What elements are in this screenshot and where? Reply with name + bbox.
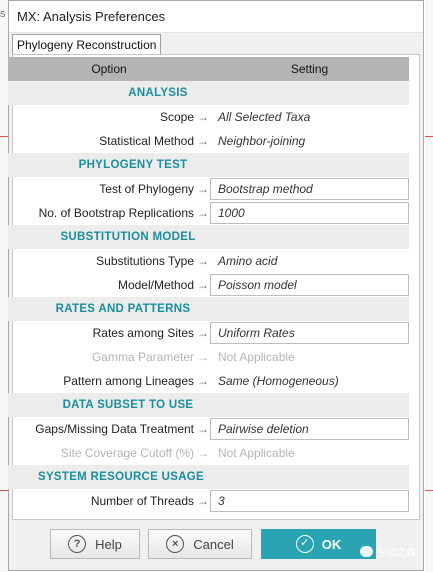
option-label: Pattern among Lineages [63, 374, 194, 388]
section-substitution-model: SUBSTITUTION MODEL [8, 225, 409, 249]
section-label: SUBSTITUTION MODEL [60, 231, 196, 243]
arrow-icon: → [197, 494, 209, 508]
gaps-missing-select[interactable]: Pairwise deletion [210, 418, 409, 440]
arrow-icon: → [197, 446, 209, 460]
section-label: RATES AND PATTERNS [55, 303, 191, 315]
section-system-resource: SYSTEM RESOURCE USAGE [8, 465, 409, 489]
test-of-phylogeny-select[interactable]: Bootstrap method [210, 178, 409, 200]
arrow-icon: → [197, 326, 209, 340]
setting-column-header: Setting [290, 62, 329, 76]
option-label: Model/Method [117, 278, 194, 292]
window-title: MX: Analysis Preferences [17, 9, 166, 24]
section-phylogeny-test: PHYLOGENY TEST [8, 153, 409, 177]
row-statistical-method: Statistical Method → Neighbor-joining [8, 129, 409, 153]
row-rates-among-sites: Rates among Sites → Uniform Rates [8, 321, 409, 345]
option-label: Site Coverage Cutoff (%) [60, 446, 194, 460]
title-bar[interactable]: MX: Analysis Preferences [9, 1, 423, 33]
check-icon: ✓ [295, 535, 314, 553]
section-data-subset: DATA SUBSET TO USE [8, 393, 409, 417]
section-label: DATA SUBSET TO USE [62, 399, 194, 411]
cancel-icon: × [166, 535, 185, 553]
tab-phylogeny-reconstruction[interactable]: Phylogeny Reconstruction [12, 34, 162, 54]
row-pattern-among-lineages: Pattern among Lineages → Same (Homogeneo… [8, 369, 409, 393]
row-test-of-phylogeny: Test of Phylogeny → Bootstrap method [8, 177, 409, 201]
help-button-label: Help [95, 536, 122, 552]
arrow-icon: → [197, 350, 209, 364]
statistical-method-value[interactable]: Neighbor-joining [218, 129, 305, 153]
row-gaps-missing: Gaps/Missing Data Treatment → Pairwise d… [8, 417, 409, 441]
row-scope: Scope → All Selected Taxa [8, 105, 409, 129]
background-divider [425, 490, 433, 491]
scope-value[interactable]: All Selected Taxa [218, 105, 310, 129]
arrow-icon: → [197, 134, 209, 148]
arrow-icon: → [197, 206, 209, 220]
option-label: Statistical Method [99, 134, 194, 148]
option-label: Gamma Parameter [91, 350, 194, 364]
section-label: ANALYSIS [128, 87, 188, 99]
row-bootstrap-replications: No. of Bootstrap Replications → 1000 [8, 201, 409, 225]
option-label: Number of Threads [90, 494, 194, 508]
section-label: SYSTEM RESOURCE USAGE [37, 471, 205, 483]
background-divider [0, 490, 8, 491]
section-analysis: ANALYSIS [8, 81, 409, 105]
grid-header: Option Setting [8, 57, 409, 81]
arrow-icon: → [197, 278, 209, 292]
gamma-parameter-value: Not Applicable [218, 350, 295, 364]
chat-bubble-icon [360, 546, 373, 557]
row-substitutions-type: Substitutions Type → Amino acid [8, 249, 409, 273]
arrow-icon: → [197, 422, 209, 436]
watermark-text: 今日之森 [376, 548, 416, 559]
bootstrap-replications-input[interactable]: 1000 [210, 202, 409, 224]
cancel-button[interactable]: × Cancel [148, 529, 252, 559]
pattern-among-lineages-value[interactable]: Same (Homogeneous) [218, 369, 339, 393]
background-divider [0, 136, 8, 137]
arrow-icon: → [197, 254, 209, 268]
background-app-text: s [0, 8, 6, 20]
background-app-left [0, 0, 8, 572]
arrow-icon: → [197, 110, 209, 124]
option-label: Substitutions Type [96, 254, 194, 268]
ok-button-label: OK [321, 536, 342, 552]
help-button[interactable]: ? Help [50, 529, 140, 559]
site-coverage-value: Not Applicable [218, 446, 295, 460]
model-method-select[interactable]: Poisson model [210, 274, 409, 296]
rates-among-sites-select[interactable]: Uniform Rates [210, 322, 409, 344]
option-label: No. of Bootstrap Replications [38, 206, 194, 220]
substitutions-type-value[interactable]: Amino acid [218, 249, 277, 273]
section-label: PHYLOGENY TEST [78, 159, 188, 171]
help-icon: ? [68, 535, 87, 553]
arrow-icon: → [197, 374, 209, 388]
threads-input[interactable]: 3 [210, 490, 409, 512]
option-label: Scope [159, 110, 194, 124]
background-divider [425, 136, 433, 137]
option-column-header: Option [91, 62, 127, 76]
section-rates-patterns: RATES AND PATTERNS [8, 297, 409, 321]
ok-button[interactable]: ✓ OK [261, 529, 376, 559]
cancel-button-label: Cancel [193, 536, 234, 552]
row-model-method: Model/Method → Poisson model [8, 273, 409, 297]
row-gamma-parameter: Gamma Parameter → Not Applicable [8, 345, 409, 369]
row-threads: Number of Threads → 3 [8, 489, 409, 513]
arrow-icon: → [197, 182, 209, 196]
option-label: Rates among Sites [92, 326, 194, 340]
background-app-right [425, 0, 433, 572]
row-site-coverage: Site Coverage Cutoff (%) → Not Applicabl… [8, 441, 409, 465]
watermark: 今日之森 [360, 544, 416, 559]
option-label: Gaps/Missing Data Treatment [35, 422, 194, 436]
option-label: Test of Phylogeny [99, 182, 194, 196]
